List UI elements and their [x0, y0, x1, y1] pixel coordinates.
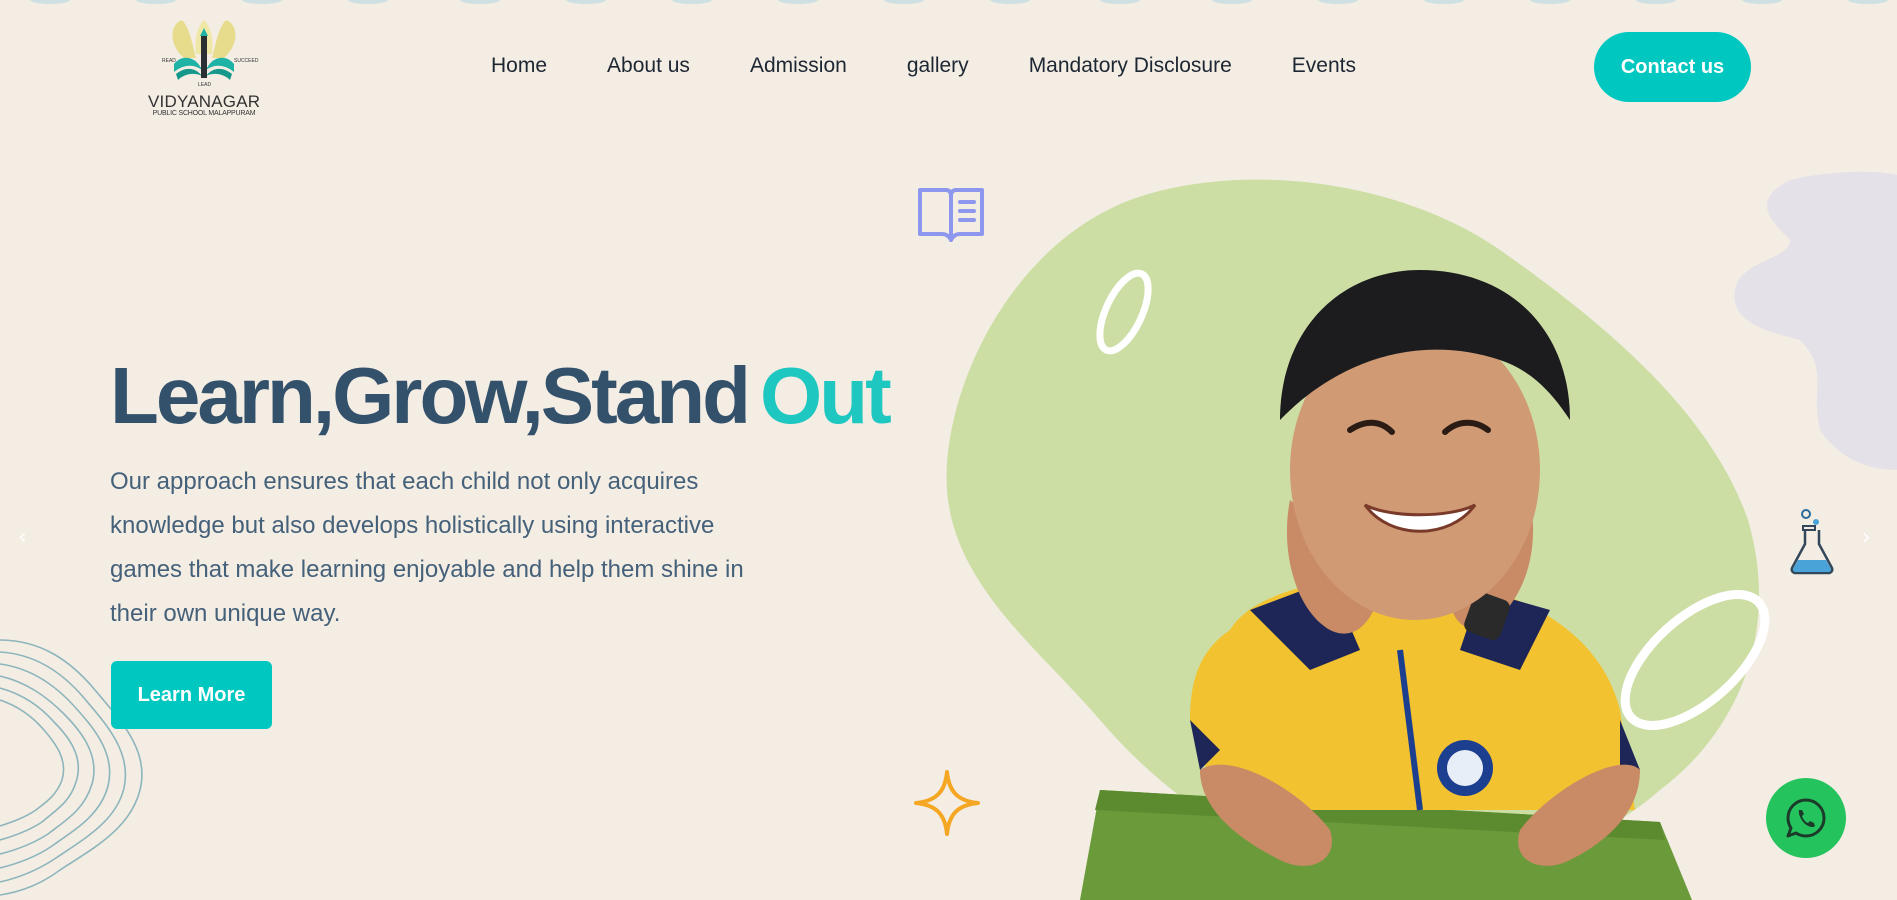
chevron-right-icon[interactable]: ›	[1862, 525, 1871, 550]
learn-more-button[interactable]: Learn More	[111, 661, 272, 729]
logo-tag-succeed: SUCCEED	[234, 58, 259, 64]
nav-admission[interactable]: Admission	[750, 54, 847, 78]
logo-tag-read: READ	[162, 58, 176, 64]
main-nav: Home About us Admission gallery Mandator…	[491, 54, 1356, 78]
whatsapp-icon	[1786, 798, 1826, 838]
flask-icon	[1790, 509, 1834, 575]
chevron-left-icon[interactable]: ‹	[18, 525, 27, 550]
hero-description: Our approach ensures that each child not…	[110, 468, 744, 627]
top-scallop-decoration	[30, 0, 1888, 4]
nav-about-us[interactable]: About us	[607, 54, 690, 78]
hero-headline: Learn,Grow,Stand Out	[110, 350, 892, 442]
logo-tag-lead: LEAD	[198, 82, 212, 88]
open-book-icon	[918, 188, 984, 242]
logo-subtitle: PUBLIC SCHOOL MALAPPURAM	[152, 110, 256, 117]
school-logo[interactable]: READ LEAD SUCCEED VIDYANAGAR PUBLIC SCHO…	[148, 14, 260, 122]
nav-events[interactable]: Events	[1292, 54, 1356, 78]
star-sparkle-icon	[914, 770, 980, 836]
nav-mandatory-disclosure[interactable]: Mandatory Disclosure	[1029, 54, 1232, 78]
nav-home[interactable]: Home	[491, 54, 547, 78]
whatsapp-chat-button[interactable]	[1766, 778, 1846, 858]
smiling-child-photo	[1080, 270, 1692, 900]
hero-lavender-blob	[1734, 171, 1897, 470]
contact-us-button[interactable]: Contact us	[1594, 32, 1751, 102]
nav-gallery[interactable]: gallery	[907, 54, 969, 78]
hero-headline-main: Learn,Grow,Stand	[110, 351, 751, 440]
logo-name: VIDYANAGAR	[148, 92, 261, 111]
hero-headline-accent: Out	[760, 351, 892, 440]
